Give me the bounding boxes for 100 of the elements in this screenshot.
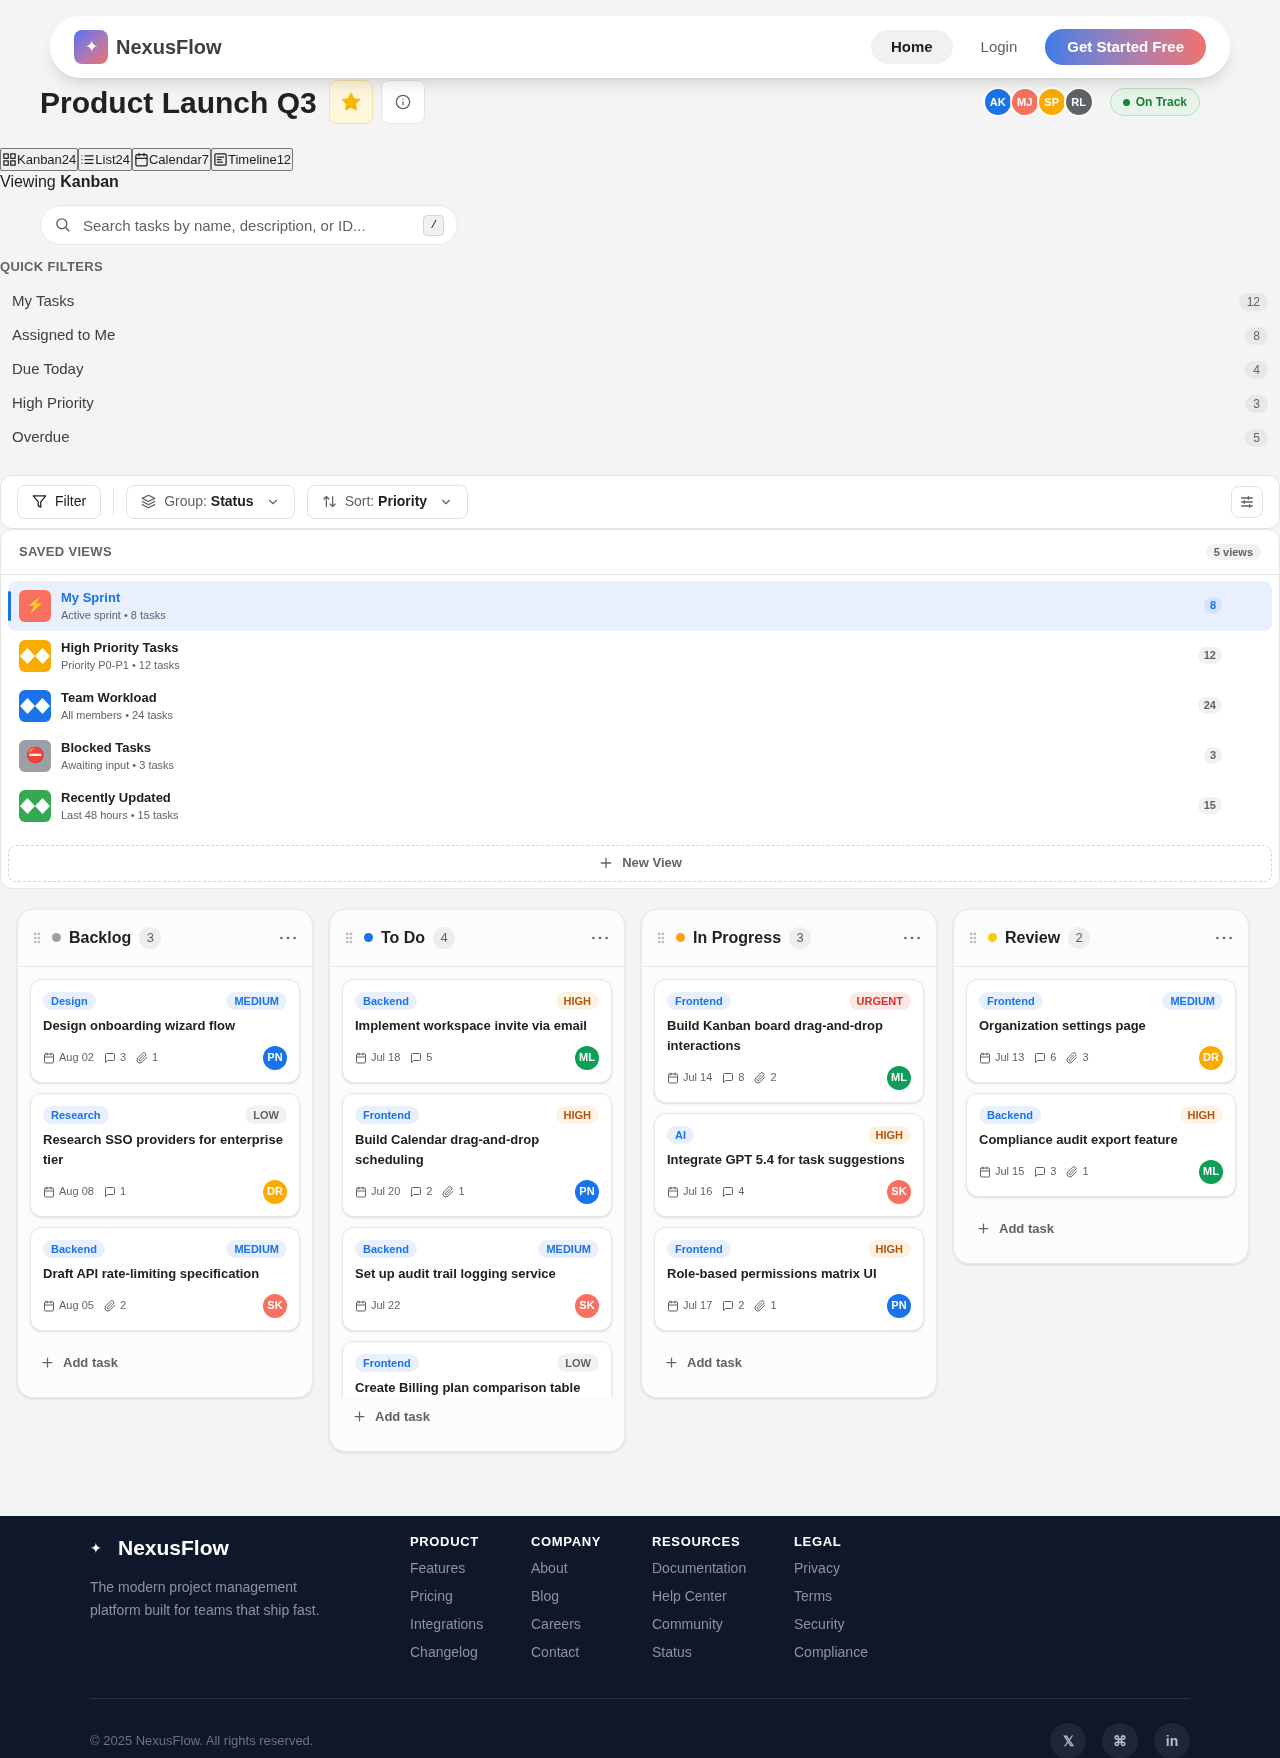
nav-link[interactable]: Home <box>870 30 953 64</box>
task-card[interactable]: Frontend URGENT Build Kanban board drag-and-drop interactions Jul 14 8 2 ML <box>654 978 924 1103</box>
calendar-icon <box>355 1299 367 1312</box>
view-title: My Sprint <box>61 588 122 607</box>
saved-view-item[interactable]: High Priority Tasks Priority P0-P1 • 12 tasks 12 <box>8 630 1272 681</box>
view-tab[interactable]: Kanban24 <box>0 148 79 171</box>
paperclip-icon <box>136 1051 148 1064</box>
footer-link[interactable]: Status <box>652 1644 794 1660</box>
footer-link[interactable]: Help Center <box>652 1588 794 1604</box>
card-title: Role-based permissions matrix UI <box>667 1264 878 1283</box>
logo-icon: ✦ <box>74 30 108 64</box>
calendar-icon <box>667 1071 679 1084</box>
footer-link[interactable]: Privacy <box>794 1560 914 1576</box>
star-icon <box>340 92 361 112</box>
count-badge: 12 <box>1238 292 1268 311</box>
task-card[interactable]: Frontend HIGH Role-based permissions matrix UI Jul 17 2 1 PN <box>654 1226 924 1331</box>
paperclip-icon <box>103 1299 116 1312</box>
count-badge: 8 <box>1203 597 1222 614</box>
meta-text: Jul 16 <box>683 1184 713 1200</box>
tag: Frontend <box>667 1239 731 1258</box>
task-card[interactable]: Backend MEDIUM Set up audit trail logging service Jul 22 SK <box>342 1226 612 1331</box>
filter-button[interactable]: Filter <box>17 484 102 519</box>
new-view-button[interactable]: New View <box>8 844 1272 882</box>
meta-text: 4 <box>738 1184 745 1200</box>
view-tab[interactable]: List24 <box>78 148 132 171</box>
calendar-icon <box>979 1165 991 1178</box>
footer-link[interactable]: Blog <box>531 1588 652 1604</box>
plus-icon <box>352 1409 367 1424</box>
diamond-pair-icon <box>20 697 50 714</box>
calendar-icon <box>355 1051 367 1064</box>
assignee-avatar: ML <box>887 1065 911 1090</box>
tagline: The modern project management platform built for teams that ship fast. <box>90 1578 321 1620</box>
task-card[interactable]: Frontend HIGH Build Calendar drag-and-drop scheduling Jul 20 2 1 PN <box>342 1092 612 1217</box>
footer-link[interactable]: Contact <box>531 1644 652 1660</box>
social-link[interactable]: ⌘ <box>1102 1723 1138 1758</box>
count-badge: 5 views <box>1205 543 1261 560</box>
settings-button[interactable] <box>1231 485 1263 518</box>
saved-view-item[interactable]: Recently Updated Last 48 hours • 15 tasks 15 <box>8 780 1272 831</box>
footer-link[interactable]: Integrations <box>410 1616 531 1632</box>
info-button[interactable] <box>380 80 425 124</box>
task-card[interactable]: Frontend MEDIUM Organization settings page Jul 13 6 3 DR <box>966 978 1236 1083</box>
meta-text: Jul 14 <box>683 1070 713 1086</box>
footer-link[interactable]: Changelog <box>410 1644 531 1660</box>
task-card[interactable]: Frontend LOW Create Billing plan comparison table <box>342 1340 612 1397</box>
card-title: Set up audit trail logging service <box>355 1264 557 1283</box>
copyright: © 2025 NexusFlow. All rights reserved. <box>90 1732 314 1751</box>
tag: Research <box>43 1105 109 1124</box>
meta-text: 2 <box>738 1298 745 1314</box>
sort-dropdown[interactable]: Sort: Priority <box>306 484 469 519</box>
list-icon <box>80 152 96 167</box>
saved-view-item[interactable]: Team Workload All members • 24 tasks 24 <box>8 680 1272 731</box>
group-dropdown[interactable]: Group: Status <box>126 484 295 519</box>
add-task-button[interactable]: Add task <box>30 1344 128 1381</box>
quick-filter[interactable]: Overdue <box>12 426 70 449</box>
task-card[interactable]: Backend HIGH Implement workspace invite via email Jul 18 5 ML <box>342 978 612 1083</box>
timeline-icon <box>213 152 228 167</box>
add-task-button[interactable]: Add task <box>966 1210 1064 1247</box>
footer-link[interactable]: Security <box>794 1616 914 1632</box>
star-button[interactable] <box>328 80 373 124</box>
task-card[interactable]: Research LOW Research SSO providers for enterprise tier Aug 08 1 DR <box>30 1092 300 1217</box>
view-tab[interactable]: Timeline12 <box>211 148 294 171</box>
task-card[interactable]: Backend HIGH Compliance audit export feature Jul 15 3 1 ML <box>966 1092 1236 1197</box>
count-badge: 4 <box>1245 360 1268 379</box>
assignee-avatar: PN <box>887 1293 911 1318</box>
more-icon <box>1216 935 1232 940</box>
kanban-icon <box>2 152 17 167</box>
nav-link[interactable]: Login <box>960 30 1038 64</box>
more-icon <box>592 935 608 940</box>
card-title: Integrate GPT 5.4 for task suggestions <box>667 1150 906 1169</box>
footer-link[interactable]: About <box>531 1560 652 1576</box>
view-subtitle: All members • 24 tasks <box>61 708 175 723</box>
card-title: Organization settings page <box>979 1016 1147 1035</box>
add-task-button[interactable]: Add task <box>654 1344 752 1381</box>
layers-icon <box>141 494 157 509</box>
saved-view-item[interactable]: ⚡ My Sprint Active sprint • 8 tasks 8 <box>8 580 1272 631</box>
quick-filter[interactable]: Assigned to Me <box>12 324 116 347</box>
quick-filter[interactable]: My Tasks <box>12 290 75 313</box>
quick-filter[interactable]: High Priority <box>12 392 94 415</box>
task-card[interactable]: AI HIGH Integrate GPT 5.4 for task suggestions Jul 16 4 SK <box>654 1112 924 1217</box>
quick-filter[interactable]: Due Today <box>12 358 84 381</box>
task-card[interactable]: Design MEDIUM Design onboarding wizard flow Aug 02 3 1 PN <box>30 978 300 1083</box>
more-icon <box>904 935 920 940</box>
footer-link[interactable]: Careers <box>531 1616 652 1632</box>
view-tab[interactable]: Calendar7 <box>132 148 211 171</box>
footer-link[interactable]: Compliance <box>794 1644 914 1660</box>
footer-link[interactable]: Terms <box>794 1588 914 1604</box>
view-subtitle: Active sprint • 8 tasks <box>61 608 167 623</box>
comment-icon <box>103 1185 116 1198</box>
social-link[interactable]: in <box>1154 1723 1190 1758</box>
footer-link[interactable]: Features <box>410 1560 531 1576</box>
footer-link[interactable]: Documentation <box>652 1560 794 1576</box>
tag: AI <box>667 1125 694 1144</box>
task-card[interactable]: Backend MEDIUM Draft API rate-limiting specification Aug 05 2 SK <box>30 1226 300 1331</box>
footer-link[interactable]: Pricing <box>410 1588 531 1604</box>
assignee-avatar: DR <box>263 1179 287 1204</box>
saved-view-item[interactable]: ⛔ Blocked Tasks Awaiting input • 3 tasks 3 <box>8 730 1272 781</box>
footer-heading: COMPANY <box>531 1533 603 1548</box>
social-link[interactable]: 𝕏 <box>1050 1723 1086 1758</box>
add-task-button[interactable]: Add task <box>342 1398 440 1435</box>
footer-link[interactable]: Community <box>652 1616 794 1632</box>
